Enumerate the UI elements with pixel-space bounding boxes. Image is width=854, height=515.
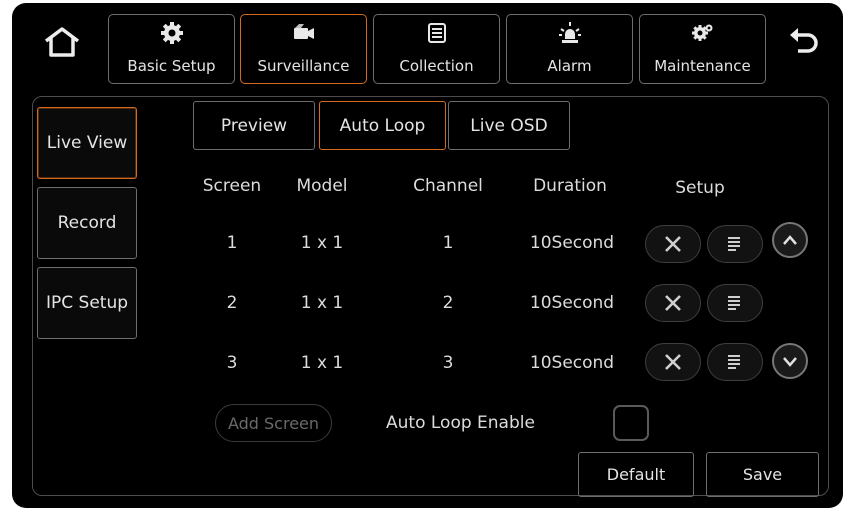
list-icon: [728, 296, 740, 310]
cell-channel: 1: [442, 233, 454, 253]
edit-row-button[interactable]: [707, 343, 763, 381]
default-button[interactable]: Default: [578, 452, 694, 497]
delete-row-button[interactable]: [645, 225, 701, 263]
tab-label: Alarm: [547, 57, 592, 75]
cell-screen: 3: [226, 353, 238, 373]
close-icon: [665, 354, 681, 370]
close-icon: [665, 295, 681, 311]
cell-duration: 10Second: [529, 233, 615, 253]
sidebar-item-ipc-setup[interactable]: IPC Setup: [37, 267, 137, 339]
tab-label: Basic Setup: [127, 57, 216, 75]
column-header-setup: Setup: [675, 178, 725, 198]
cell-screen: 1: [226, 233, 238, 253]
tab-auto-loop[interactable]: Auto Loop: [319, 101, 446, 150]
gears-icon: [640, 21, 765, 45]
cell-screen: 2: [226, 293, 238, 313]
cell-model: 1 x 1: [300, 233, 344, 253]
cell-duration: 10Second: [529, 293, 615, 313]
cell-model: 1 x 1: [300, 353, 344, 373]
cell-channel: 2: [442, 293, 454, 313]
chevron-down-icon: [783, 357, 797, 367]
auto-loop-enable-checkbox[interactable]: [613, 405, 649, 441]
tab-preview[interactable]: Preview: [193, 101, 315, 150]
back-icon[interactable]: [787, 25, 821, 59]
sidebar-item-live-view[interactable]: Live View: [37, 107, 137, 179]
close-icon: [665, 236, 681, 252]
add-screen-button[interactable]: Add Screen: [215, 404, 332, 442]
list-icon: [728, 355, 740, 369]
cell-model: 1 x 1: [300, 293, 344, 313]
delete-row-button[interactable]: [645, 284, 701, 322]
column-header-model: Model: [296, 176, 348, 196]
sidebar-item-record[interactable]: Record: [37, 187, 137, 259]
chevron-up-icon: [783, 235, 797, 245]
document-icon: [374, 21, 499, 45]
edit-row-button[interactable]: [707, 225, 763, 263]
edit-row-button[interactable]: [707, 284, 763, 322]
tab-label: Surveillance: [257, 57, 350, 75]
list-icon: [728, 237, 740, 251]
tab-basic-setup[interactable]: Basic Setup: [108, 14, 235, 84]
tab-label: Maintenance: [654, 57, 751, 75]
tab-collection[interactable]: Collection: [373, 14, 500, 84]
home-icon[interactable]: [42, 25, 82, 59]
tab-surveillance[interactable]: Surveillance: [240, 14, 367, 84]
auto-loop-enable-label: Auto Loop Enable: [386, 413, 535, 433]
column-header-screen: Screen: [202, 176, 262, 196]
delete-row-button[interactable]: [645, 343, 701, 381]
camera-icon: [241, 21, 366, 45]
scroll-up-button[interactable]: [772, 222, 808, 258]
scroll-down-button[interactable]: [772, 343, 808, 379]
cell-duration: 10Second: [529, 353, 615, 373]
tab-maintenance[interactable]: Maintenance: [639, 14, 766, 84]
tab-alarm[interactable]: Alarm: [506, 14, 633, 84]
column-header-channel: Channel: [413, 176, 483, 196]
gear-icon: [109, 21, 234, 45]
tab-label: Collection: [399, 57, 474, 75]
app-window: Basic Setup Surveillance Collection Alar…: [12, 3, 843, 508]
column-header-duration: Duration: [533, 176, 607, 196]
cell-channel: 3: [442, 353, 454, 373]
tab-live-osd[interactable]: Live OSD: [448, 101, 570, 150]
save-button[interactable]: Save: [706, 452, 819, 497]
alarm-light-icon: [507, 21, 632, 45]
